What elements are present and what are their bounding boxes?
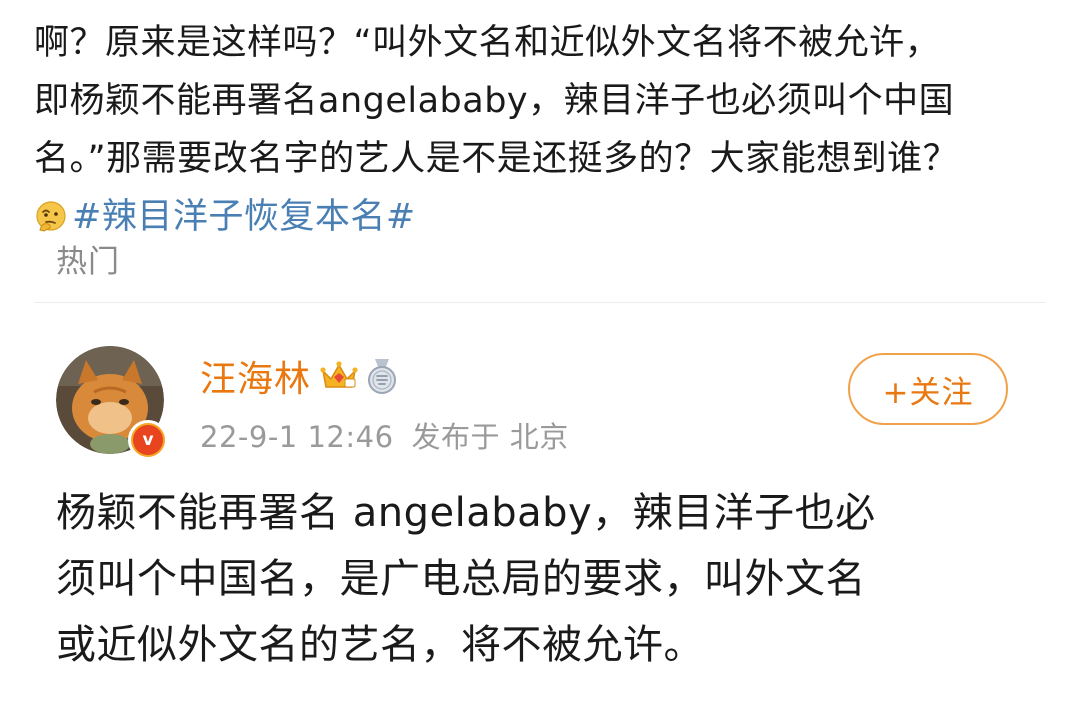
timestamp: 22-9-1 12:46: [200, 420, 394, 454]
comment-body: 杨颖不能再署名 angelababy，辣目洋子也必 须叫个中国名，是广电总局的要…: [56, 480, 1016, 678]
comment-meta: 22-9-1 12:46 发布于 北京: [200, 414, 569, 456]
post-line: 啊？原来是这样吗？“叫外文名和近似外文名将不被允许，: [34, 23, 941, 63]
crown-icon[interactable]: [319, 359, 359, 393]
username[interactable]: 汪海林: [200, 350, 311, 402]
comment-line: 或近似外文名的艺名，将不被允许。: [56, 622, 704, 668]
post-line: 即杨颖不能再署名angelababy，辣目洋子也必须叫个中国: [34, 81, 955, 121]
verified-badge-icon: v: [128, 420, 168, 460]
section-label-hot: 热门: [56, 244, 120, 280]
follow-button[interactable]: +关注: [848, 353, 1008, 425]
hashtag-row: #辣目洋子恢复本名#: [34, 188, 1044, 246]
thinking-face-icon: [34, 200, 68, 234]
comment-line: 杨颖不能再署名 angelababy，辣目洋子也必: [56, 490, 876, 536]
section-divider: [34, 302, 1046, 303]
post-text: 啊？原来是这样吗？“叫外文名和近似外文名将不被允许， 即杨颖不能再署名angel…: [34, 14, 1044, 246]
location-label: 发布于 北京: [411, 420, 569, 454]
hashtag-link[interactable]: #辣目洋子恢复本名#: [72, 188, 416, 246]
medal-icon[interactable]: [365, 357, 399, 395]
username-row: 汪海林: [200, 350, 399, 402]
post-line: 名。”那需要改名字的艺人是不是还挺多的？大家能想到谁？: [34, 139, 959, 179]
comment-line: 须叫个中国名，是广电总局的要求，叫外文名: [56, 556, 866, 602]
verified-badge-label: v: [133, 425, 163, 455]
avatar[interactable]: v: [56, 346, 168, 460]
weibo-screenshot: 啊？原来是这样吗？“叫外文名和近似外文名将不被允许， 即杨颖不能再署名angel…: [0, 0, 1080, 722]
